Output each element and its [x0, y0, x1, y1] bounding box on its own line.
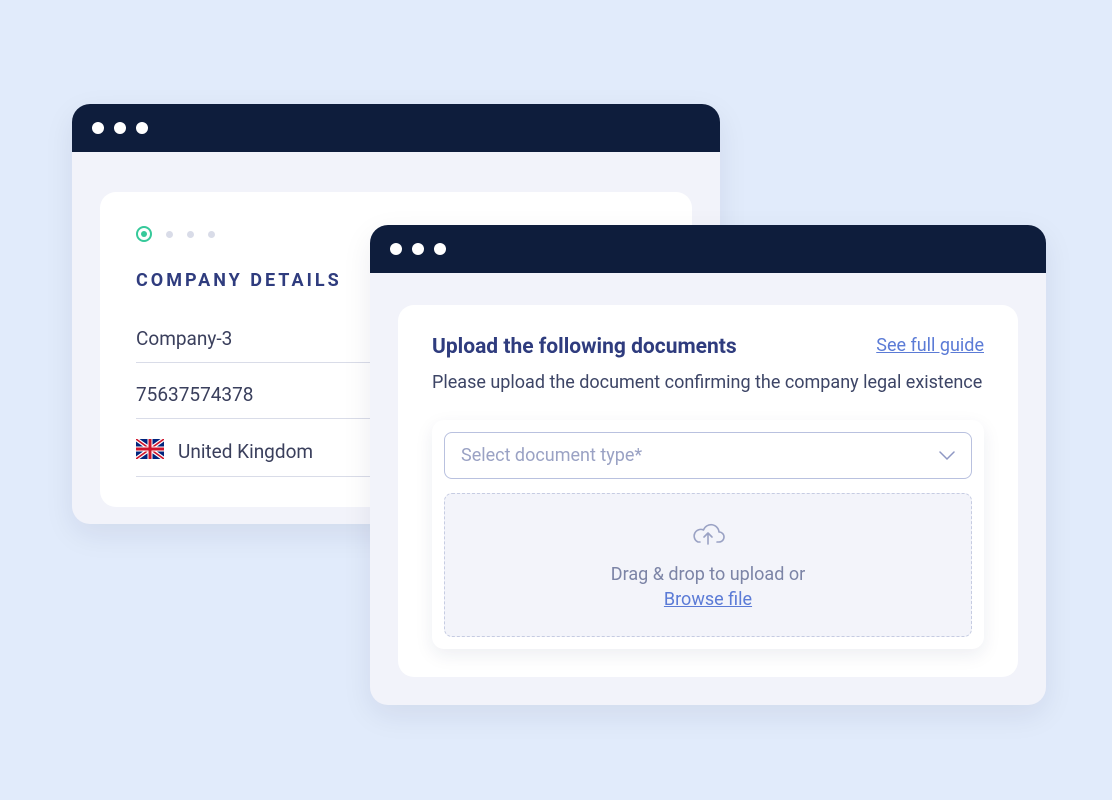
- cloud-upload-icon: [690, 520, 726, 550]
- step-dot-icon: [166, 231, 173, 238]
- uk-flag-icon: [136, 439, 164, 464]
- window-control-dot[interactable]: [434, 243, 446, 255]
- document-type-select[interactable]: Select document type*: [444, 432, 972, 479]
- upload-documents-window: Upload the following documents See full …: [370, 225, 1046, 705]
- window-control-dot[interactable]: [412, 243, 424, 255]
- file-dropzone[interactable]: Drag & drop to upload or Browse file: [444, 493, 972, 637]
- country-label: United Kingdom: [178, 440, 313, 463]
- browse-file-link[interactable]: Browse file: [455, 589, 961, 610]
- step-dot-icon: [187, 231, 194, 238]
- upload-card: Upload the following documents See full …: [398, 305, 1018, 677]
- window-control-dot[interactable]: [114, 122, 126, 134]
- window-control-dot[interactable]: [136, 122, 148, 134]
- step-1-active-icon: [136, 226, 152, 242]
- step-dot-icon: [208, 231, 215, 238]
- upload-title: Upload the following documents: [432, 335, 737, 359]
- upload-description: Please upload the document confirming th…: [432, 369, 984, 396]
- document-type-placeholder: Select document type*: [461, 445, 642, 466]
- titlebar: [72, 104, 720, 152]
- see-full-guide-link[interactable]: See full guide: [876, 335, 984, 356]
- chevron-down-icon: [939, 445, 955, 466]
- window-control-dot[interactable]: [92, 122, 104, 134]
- dropzone-text: Drag & drop to upload or: [455, 564, 961, 585]
- upload-block: Select document type* Drag & drop to upl…: [432, 420, 984, 649]
- window-control-dot[interactable]: [390, 243, 402, 255]
- titlebar: [370, 225, 1046, 273]
